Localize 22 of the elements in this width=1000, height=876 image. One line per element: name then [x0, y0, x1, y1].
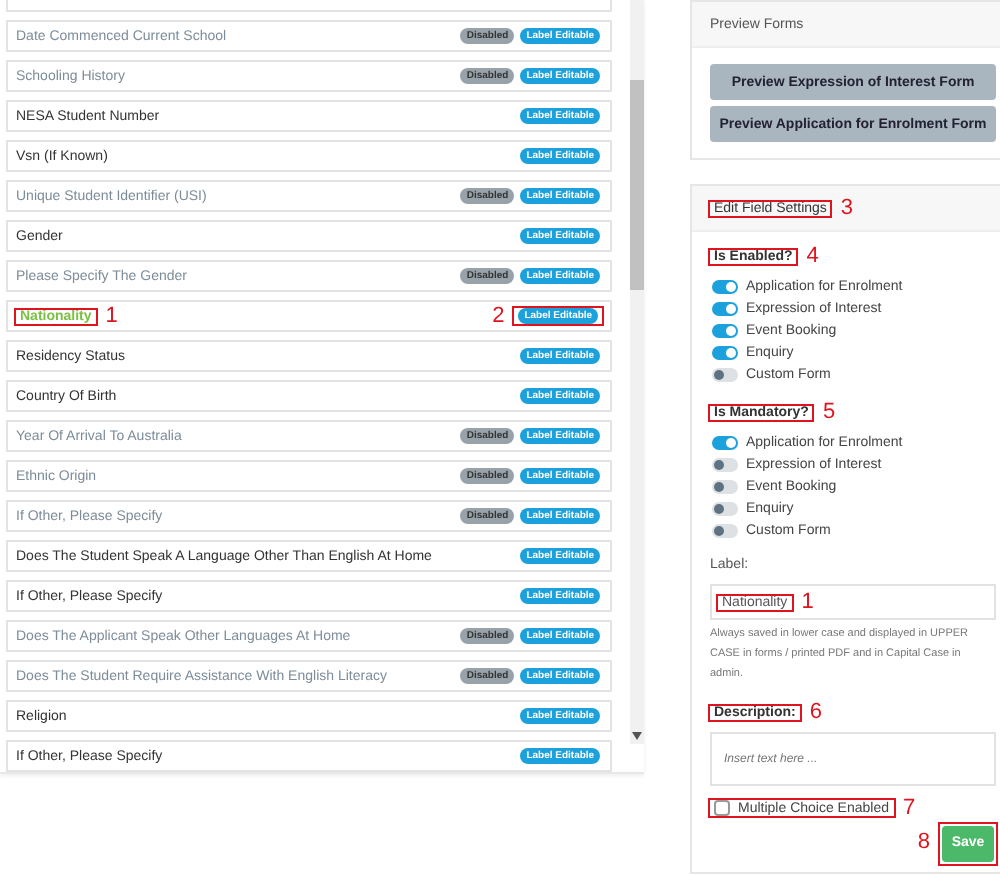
- callout-number: 1: [801, 591, 814, 613]
- callout-number: 1: [105, 305, 118, 327]
- toggle-switch[interactable]: [712, 480, 738, 494]
- toggle-switch[interactable]: [712, 458, 738, 472]
- callout-number: 2: [492, 305, 505, 327]
- callout-number: 5: [822, 402, 836, 424]
- toggle-switch[interactable]: [712, 324, 738, 338]
- callout-number: 4: [806, 246, 819, 268]
- toggle-switch[interactable]: [712, 502, 738, 516]
- scrollbar[interactable]: [630, 0, 644, 744]
- callout-number: 6: [809, 701, 822, 724]
- toggle-switch[interactable]: [712, 302, 738, 316]
- toggle-switch[interactable]: [712, 436, 738, 450]
- checkbox[interactable]: [714, 800, 730, 817]
- callout-number: 8: [917, 832, 930, 855]
- toggle-switch[interactable]: [712, 524, 738, 538]
- callout-number: 7: [903, 797, 916, 820]
- callout-number: 3: [840, 197, 854, 219]
- toggle-switch[interactable]: [712, 368, 738, 382]
- toggle-switch[interactable]: [712, 346, 738, 360]
- toggle-switch[interactable]: [712, 280, 738, 294]
- scroll-down-arrow-icon[interactable]: [632, 732, 643, 740]
